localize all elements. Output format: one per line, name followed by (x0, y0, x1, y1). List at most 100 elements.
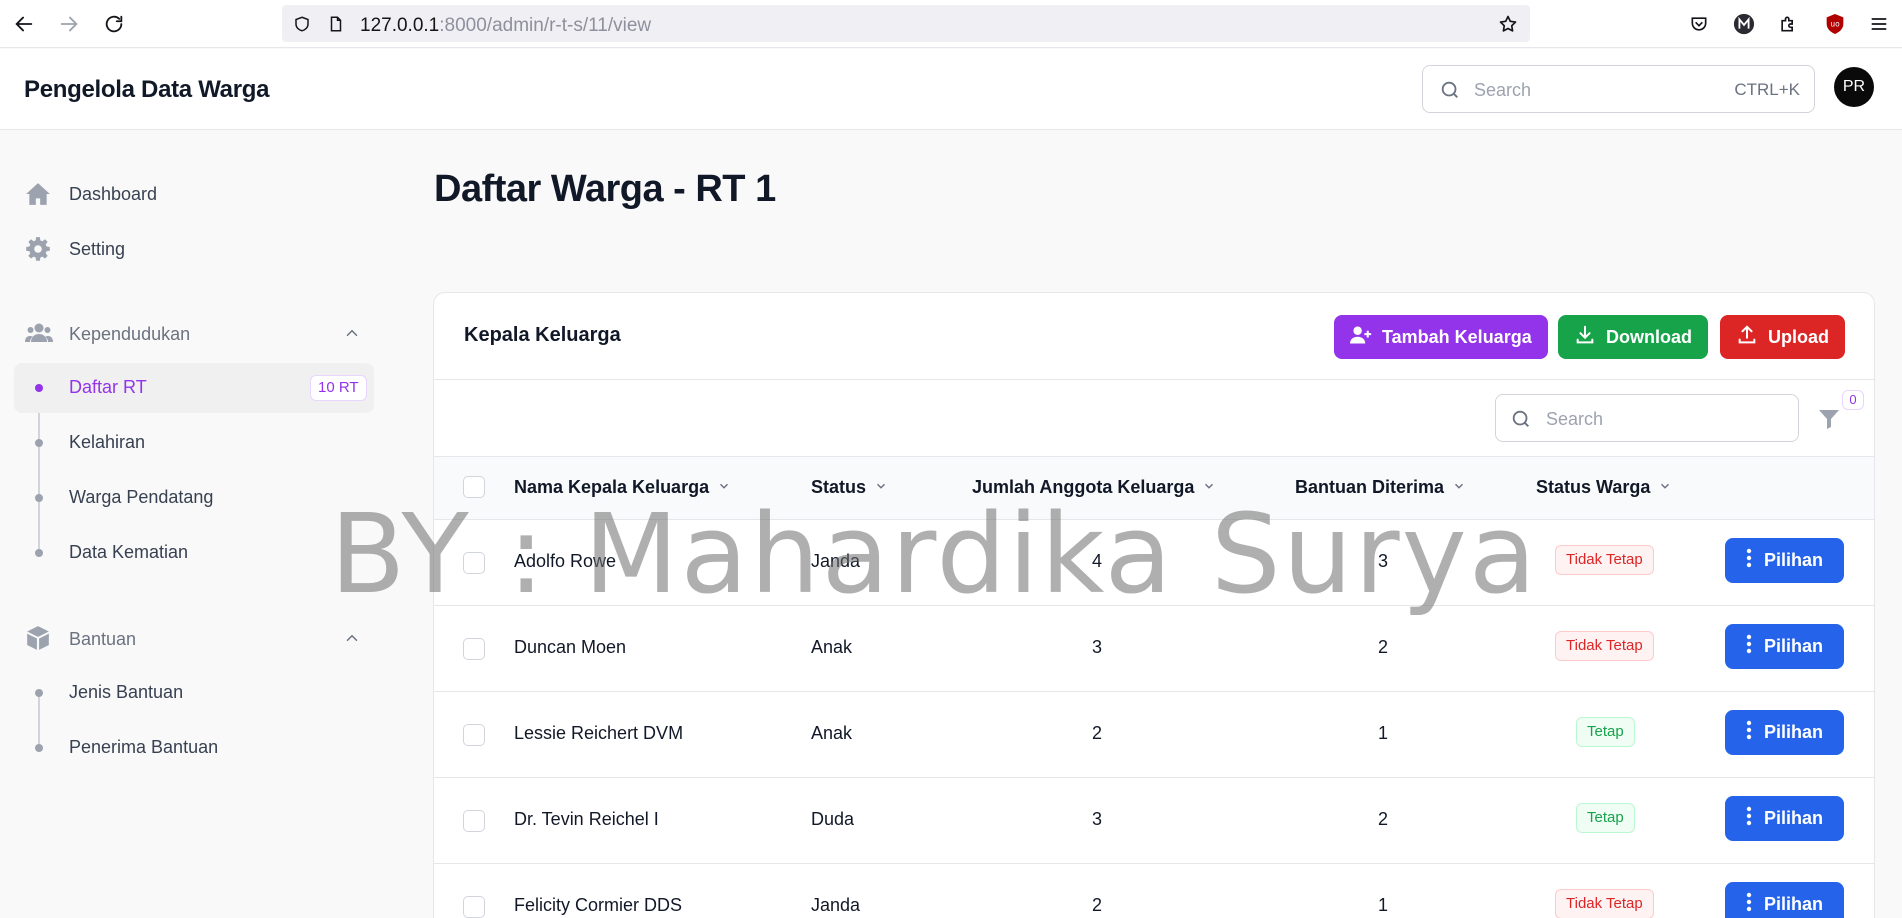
sidebar-item-label: Dashboard (69, 183, 158, 204)
cell-jumlah: 3 (1091, 809, 1102, 829)
table-search-placeholder: Search (1546, 409, 1604, 429)
forward-icon[interactable] (55, 10, 83, 38)
sidebar-item-daftar-rt[interactable]: Daftar RT 10 RT (14, 363, 374, 413)
sidebar-item-dashboard[interactable]: Dashboard (14, 169, 374, 219)
account-m-icon[interactable] (1731, 11, 1757, 37)
sidebar-item-setting[interactable]: Setting (14, 224, 374, 274)
upload-icon (1736, 324, 1758, 351)
sidebar-item-label: Penerima Bantuan (69, 737, 219, 757)
table-toolbar: Search 0 (434, 380, 1874, 457)
status-badge: Tidak Tetap (1555, 889, 1654, 918)
table-header: Nama Kepala Keluarga Status Jumlah Anggo… (434, 457, 1874, 520)
column-header-label: Bantuan Diterima (1295, 477, 1445, 497)
chevron-down-icon (1658, 477, 1672, 498)
column-header-label: Status Warga (1536, 477, 1651, 497)
column-header-jumlah[interactable]: Jumlah Anggota Keluarga (972, 477, 1216, 498)
url-path: :8000/admin/r-t-s/11/view (439, 15, 652, 36)
chevron-down-icon (1202, 477, 1216, 498)
sidebar-item-penerima-bantuan[interactable]: Penerima Bantuan (14, 723, 374, 773)
sidebar-item-label: Data Kematian (69, 542, 189, 562)
column-header-status[interactable]: Status (811, 477, 888, 498)
cell-nama: Dr. Tevin Reichel I (514, 809, 659, 829)
button-label: Pilihan (1763, 808, 1823, 828)
gear-icon (25, 236, 51, 262)
table-search-input[interactable]: Search (1495, 394, 1799, 442)
sidebar-item-jenis-bantuan[interactable]: Jenis Bantuan (14, 668, 374, 718)
button-label: Pilihan (1763, 894, 1823, 914)
count-badge: 10 RT (310, 375, 367, 401)
shield-icon (292, 14, 312, 34)
filter-count-badge: 0 (1842, 390, 1864, 410)
pocket-icon[interactable] (1686, 11, 1712, 37)
sidebar-item-kelahiran[interactable]: Kelahiran (14, 418, 374, 468)
download-icon (1574, 324, 1596, 351)
row-checkbox[interactable] (463, 552, 485, 574)
cell-status: Anak (811, 723, 853, 743)
cube-icon (25, 625, 51, 651)
table-card: Kepala Keluarga Tambah Keluarga Download… (433, 292, 1875, 918)
extensions-puzzle-icon[interactable] (1775, 11, 1801, 37)
tambah-keluarga-button[interactable]: Tambah Keluarga (1334, 315, 1548, 359)
ublock-shield-icon[interactable]: uo (1822, 11, 1848, 37)
button-label: Download (1606, 326, 1692, 347)
column-header-status-warga[interactable]: Status Warga (1536, 477, 1672, 498)
bookmark-star-icon[interactable] (1498, 14, 1518, 34)
bullet-dot (35, 744, 43, 752)
column-header-label: Status (811, 477, 867, 497)
sidebar-item-label: Daftar RT (69, 377, 147, 397)
row-checkbox[interactable] (463, 810, 485, 832)
status-badge: Tidak Tetap (1555, 545, 1654, 575)
row-checkbox[interactable] (463, 638, 485, 660)
pilihan-button[interactable]: Pilihan (1725, 796, 1844, 841)
more-vertical-icon (1746, 806, 1752, 831)
user-avatar[interactable]: PR (1834, 67, 1874, 107)
status-badge: Tetap (1576, 717, 1635, 747)
home-icon (25, 181, 51, 207)
global-search-placeholder: Search (1474, 80, 1532, 100)
pilihan-button[interactable]: Pilihan (1725, 882, 1844, 918)
cell-status: Duda (811, 809, 855, 829)
bullet-dot (35, 384, 43, 392)
row-checkbox[interactable] (463, 896, 485, 918)
chevron-up-icon[interactable] (343, 629, 361, 652)
user-plus-icon (1350, 325, 1372, 350)
cell-status: Janda (811, 551, 861, 571)
status-badge: Tidak Tetap (1555, 631, 1654, 661)
sidebar-group-bantuan[interactable]: Bantuan (14, 618, 374, 658)
pilihan-button[interactable]: Pilihan (1725, 624, 1844, 669)
more-vertical-icon (1746, 720, 1752, 745)
cell-jumlah: 3 (1091, 637, 1102, 657)
sidebar-item-data-kematian[interactable]: Data Kematian (14, 528, 374, 578)
row-checkbox[interactable] (463, 724, 485, 746)
menu-hamburger-icon[interactable] (1866, 11, 1892, 37)
back-icon[interactable] (10, 10, 38, 38)
url-bar[interactable]: 127.0.0.1:8000/admin/r-t-s/11/view (282, 5, 1530, 42)
cell-bantuan: 2 (1377, 637, 1388, 657)
sidebar-group-kependudukan[interactable]: Kependudukan (14, 313, 374, 353)
chevron-up-icon[interactable] (343, 324, 361, 347)
column-header-nama[interactable]: Nama Kepala Keluarga (514, 477, 731, 498)
page-title: Daftar Warga - RT 1 (434, 168, 776, 210)
cell-nama: Lessie Reichert DVM (514, 723, 684, 743)
status-badge: Tetap (1576, 803, 1635, 833)
table-row: Lessie Reichert DVM Anak 2 1 Tetap Pilih… (434, 692, 1874, 778)
bullet-dot (35, 494, 43, 502)
table-row: Felicity Cormier DDS Janda 2 1 Tidak Tet… (434, 864, 1874, 918)
brand-title[interactable]: Pengelola Data Warga (24, 76, 269, 104)
column-header-label: Jumlah Anggota Keluarga (972, 477, 1195, 497)
global-search-input[interactable]: Search CTRL+K (1422, 65, 1815, 113)
select-all-checkbox[interactable] (463, 476, 485, 498)
cell-jumlah: 4 (1091, 551, 1102, 571)
url-text: 127.0.0.1:8000/admin/r-t-s/11/view (360, 15, 651, 37)
sidebar-item-warga-pendatang[interactable]: Warga Pendatang (14, 473, 374, 523)
sidebar-item-label: Setting (69, 238, 126, 259)
pilihan-button[interactable]: Pilihan (1725, 538, 1844, 583)
table-row: Adolfo Rowe Janda 4 3 Tidak Tetap Piliha… (434, 520, 1874, 606)
download-button[interactable]: Download (1558, 315, 1708, 359)
filter-icon[interactable] (1817, 406, 1843, 432)
cell-bantuan: 3 (1377, 551, 1388, 571)
column-header-bantuan[interactable]: Bantuan Diterima (1295, 477, 1466, 498)
reload-icon[interactable] (100, 10, 128, 38)
pilihan-button[interactable]: Pilihan (1725, 710, 1844, 755)
upload-button[interactable]: Upload (1720, 315, 1845, 359)
